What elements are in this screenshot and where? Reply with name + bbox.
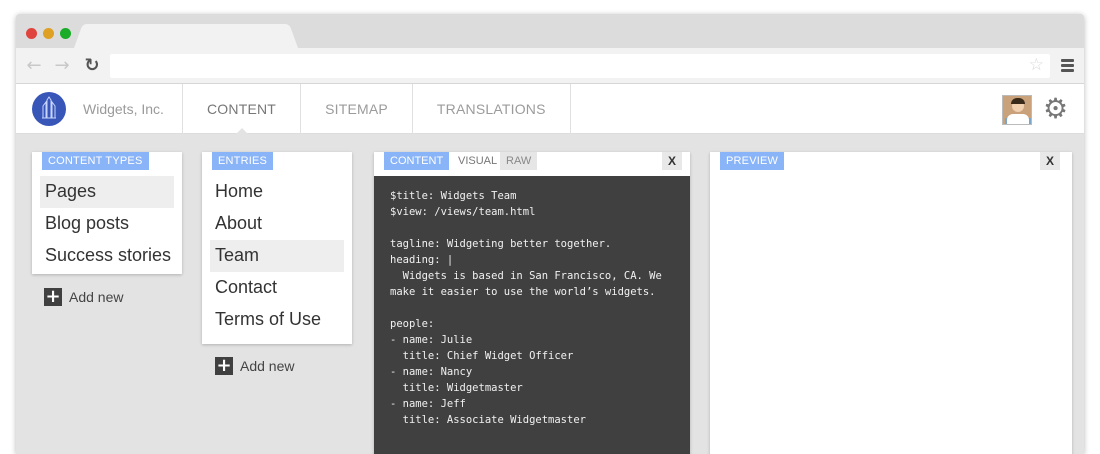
content-types-list: Pages Blog posts Success stories <box>40 176 174 272</box>
tab-editor-content[interactable]: CONTENT <box>384 152 450 170</box>
plus-icon: + <box>215 355 233 376</box>
browser-toolbar: ← → ↻ ☆ <box>16 48 1084 84</box>
entry-item[interactable]: Terms of Use <box>210 304 344 336</box>
company-logo <box>32 92 66 126</box>
close-window-icon[interactable] <box>26 28 37 39</box>
menu-icon[interactable] <box>1061 59 1074 72</box>
editor-panel: CONTENT VISUAL RAW X $title: Widgets Tea… <box>374 152 690 454</box>
company-name: Widgets, Inc. <box>83 101 164 117</box>
entry-item[interactable]: Contact <box>210 272 344 304</box>
content-type-item[interactable]: Success stories <box>40 240 174 272</box>
add-content-type-button[interactable]: + Add new <box>44 288 123 306</box>
main-nav: CONTENT SITEMAP TRANSLATIONS <box>182 84 571 135</box>
preview-tag: PREVIEW <box>720 152 785 170</box>
entry-item[interactable]: Home <box>210 176 344 208</box>
maximize-window-icon[interactable] <box>60 28 71 39</box>
preview-panel: PREVIEW X <box>710 152 1072 454</box>
app-header: Widgets, Inc. CONTENT SITEMAP TRANSLATIO… <box>16 84 1084 135</box>
tab-sitemap[interactable]: SITEMAP <box>300 84 412 134</box>
entry-item[interactable]: Team <box>210 240 344 272</box>
tab-editor-raw[interactable]: RAW <box>500 152 538 170</box>
browser-window: ← → ↻ ☆ Widgets, Inc. CONTENT SITEMAP TR… <box>16 14 1084 454</box>
plus-icon: + <box>44 286 62 307</box>
tab-translations[interactable]: TRANSLATIONS <box>411 84 571 134</box>
add-entry-button[interactable]: + Add new <box>215 357 294 375</box>
entries-tag: ENTRIES <box>212 152 274 170</box>
minimize-window-icon[interactable] <box>43 28 54 39</box>
browser-tab[interactable] <box>86 24 286 50</box>
reload-icon[interactable]: ↻ <box>82 56 102 76</box>
content-types-tag: CONTENT TYPES <box>42 152 149 170</box>
forward-icon[interactable]: → <box>52 56 72 76</box>
tab-content[interactable]: CONTENT <box>182 84 300 135</box>
add-new-label: Add new <box>240 358 295 374</box>
entry-item[interactable]: About <box>210 208 344 240</box>
close-preview-button[interactable]: X <box>1040 152 1060 170</box>
back-icon[interactable]: ← <box>24 56 44 76</box>
tab-strip <box>16 14 1084 50</box>
tab-editor-visual[interactable]: VISUAL <box>452 152 503 170</box>
content-type-item[interactable]: Blog posts <box>40 208 174 240</box>
star-icon[interactable]: ☆ <box>1029 55 1044 75</box>
entries-list: Home About Team Contact Terms of Use <box>210 176 344 336</box>
add-new-label: Add new <box>69 289 124 305</box>
content-types-panel: CONTENT TYPES Pages Blog posts Success s… <box>32 152 182 274</box>
editor-tabs: CONTENT VISUAL RAW X <box>374 152 690 176</box>
content-type-item[interactable]: Pages <box>40 176 174 208</box>
avatar[interactable] <box>1002 95 1032 125</box>
entries-panel: ENTRIES Home About Team Contact Terms of… <box>202 152 352 344</box>
code-editor[interactable]: $title: Widgets Team $view: /views/team.… <box>374 176 690 454</box>
address-bar[interactable]: ☆ <box>110 54 1050 78</box>
close-editor-button[interactable]: X <box>662 152 682 170</box>
gear-icon[interactable]: ⚙ <box>1043 95 1068 123</box>
